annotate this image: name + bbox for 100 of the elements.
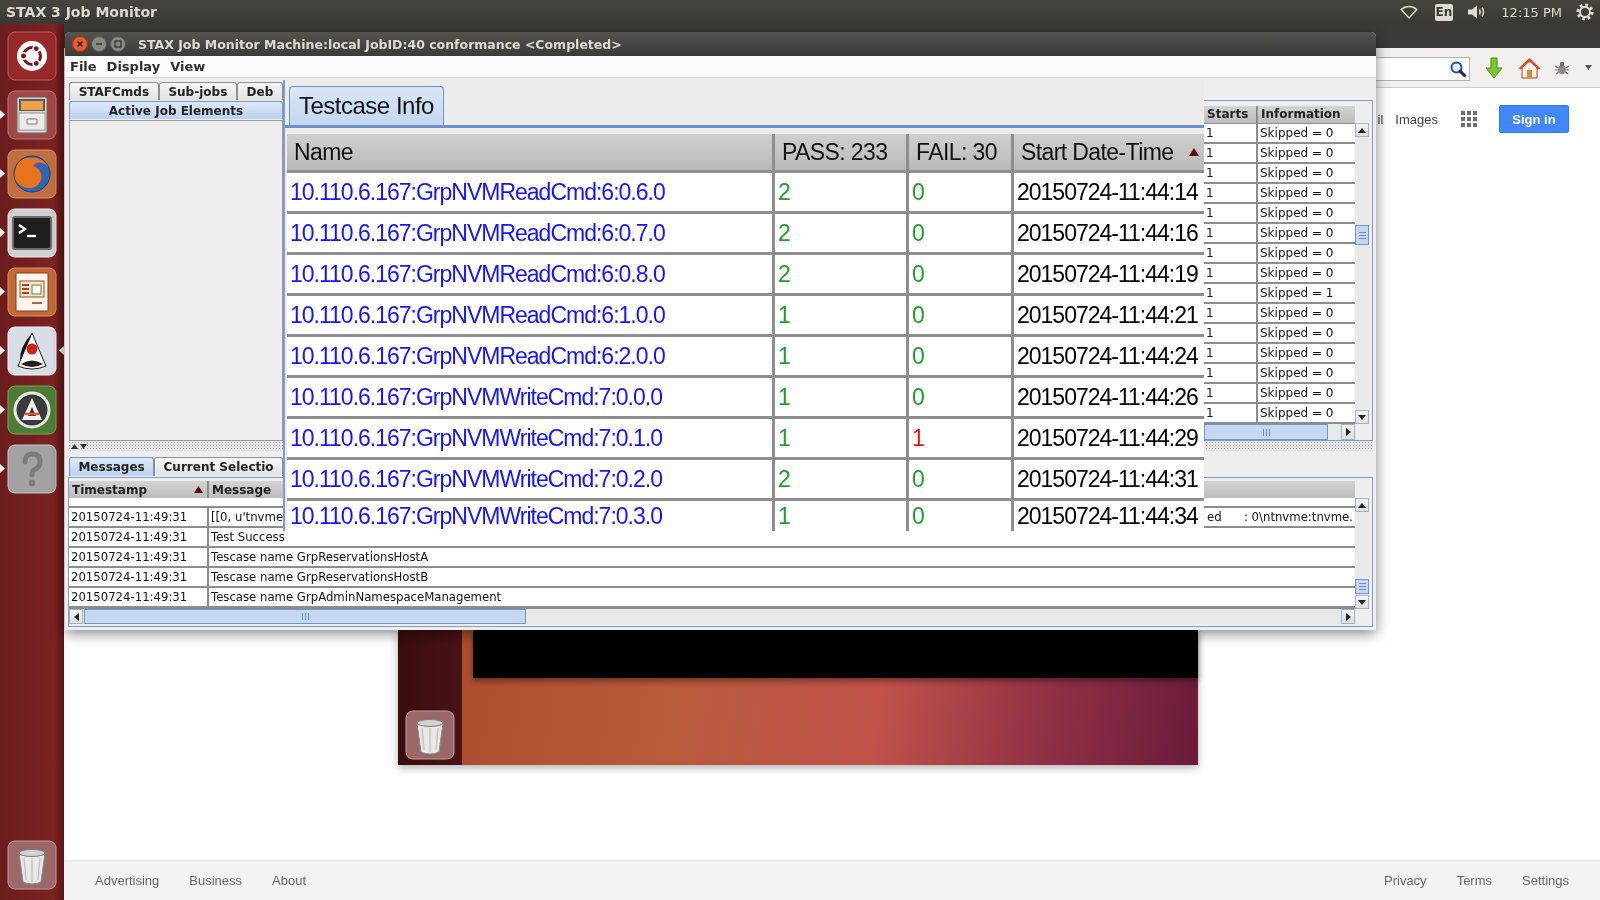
table-cell: 10.110.6.167:GrpNVMReadCmd:6:1.0.0 xyxy=(287,296,772,334)
scrollbar-thumb[interactable] xyxy=(1355,225,1369,245)
column-header[interactable]: PASS: 233 xyxy=(775,134,906,170)
file-cabinet-icon[interactable] xyxy=(7,90,57,140)
trash-icon[interactable] xyxy=(7,840,57,890)
scroll-right-button[interactable] xyxy=(1341,609,1355,624)
menu-item[interactable]: Display xyxy=(101,57,166,76)
presentation-icon[interactable] xyxy=(7,267,57,317)
down-arrow-icon[interactable] xyxy=(80,443,87,449)
dropdown-caret-icon[interactable] xyxy=(1585,65,1592,70)
table-cell: Skipped = 0 xyxy=(1258,344,1355,362)
footer-link[interactable]: Terms xyxy=(1456,873,1492,888)
table-cell: 10.110.6.167:GrpNVMWriteCmd:7:0.0.0 xyxy=(287,378,772,416)
scroll-down-button[interactable] xyxy=(1355,410,1369,424)
scrollbar-thumb[interactable] xyxy=(1204,424,1328,440)
column-header[interactable]: Start Date-Time xyxy=(1014,134,1204,170)
minimize-icon[interactable] xyxy=(91,36,107,52)
table-cell: 0 xyxy=(909,337,1011,375)
column-header[interactable]: Information xyxy=(1258,106,1355,123)
tab[interactable]: Testcase Info xyxy=(289,86,444,125)
clock[interactable]: 12:15 PM xyxy=(1501,4,1562,20)
horizontal-scrollbar[interactable] xyxy=(69,609,1355,624)
table-cell: 1 xyxy=(1204,164,1256,182)
table-cell: 20150724-11:44:31 xyxy=(1014,460,1204,498)
table-cell: 1 xyxy=(1204,384,1256,402)
menu-item[interactable]: File xyxy=(65,57,102,76)
table-cell: 0 xyxy=(909,255,1011,293)
column-header[interactable]: FAIL: 30 xyxy=(909,134,1011,170)
volume-icon[interactable] xyxy=(1467,4,1487,20)
footer-link[interactable]: Business xyxy=(189,873,243,888)
table-cell: 10.110.6.167:GrpNVMWriteCmd:7:0.3.0 xyxy=(287,501,772,531)
table-cell: 10.110.6.167:GrpNVMReadCmd:6:0.8.0 xyxy=(287,255,772,293)
scroll-down-button[interactable] xyxy=(1355,595,1369,609)
table-cell: 1 xyxy=(1204,364,1256,382)
table-cell: Skipped = 0 xyxy=(1258,244,1355,262)
keyboard-layout-indicator[interactable]: En xyxy=(1434,3,1454,21)
tab[interactable]: Active Job Elements xyxy=(69,101,283,119)
table-cell: 0 xyxy=(909,460,1011,498)
column-header[interactable]: Timestamp xyxy=(69,481,207,498)
download-arrow-icon[interactable] xyxy=(1485,56,1503,79)
terminal-icon[interactable] xyxy=(7,208,57,258)
table-cell: 2 xyxy=(775,460,906,498)
table-cell: 10.110.6.167:GrpNVMWriteCmd:7:0.2.0 xyxy=(287,460,772,498)
scroll-left-button[interactable] xyxy=(69,609,83,624)
tab[interactable]: Current Selectio xyxy=(154,457,283,476)
table-cell: Tescase name GrpAdminNamespaceManagement xyxy=(209,588,1355,606)
table-cell: 1 xyxy=(775,501,906,531)
tab[interactable]: Messages xyxy=(69,457,155,476)
footer-link[interactable]: About xyxy=(272,873,307,888)
maximize-icon[interactable] xyxy=(110,36,126,52)
search-field[interactable] xyxy=(1375,56,1470,81)
vertical-scrollbar[interactable] xyxy=(1355,123,1369,424)
column-header[interactable]: Name xyxy=(287,134,772,170)
table-cell: 0 xyxy=(909,296,1011,334)
footer-link[interactable]: Settings xyxy=(1522,873,1569,888)
scroll-up-button[interactable] xyxy=(1355,123,1369,137)
header-link[interactable]: il xyxy=(1377,111,1384,127)
table-cell: 1 xyxy=(1204,144,1256,162)
horizontal-scrollbar[interactable] xyxy=(1204,424,1355,440)
table-cell: 0 xyxy=(909,214,1011,252)
tab[interactable]: Sub-jobs xyxy=(158,82,237,100)
question-mark-icon[interactable] xyxy=(7,444,57,494)
apps-grid-icon[interactable] xyxy=(1461,111,1477,127)
tab[interactable]: Deb xyxy=(236,82,283,100)
footer-link[interactable]: Advertising xyxy=(95,873,160,888)
table-cell: 10.110.6.167:GrpNVMReadCmd:6:2.0.0 xyxy=(287,337,772,375)
table-cell: 0 xyxy=(909,501,1011,531)
table-cell: Skipped = 0 xyxy=(1258,384,1355,402)
footer-link[interactable]: Privacy xyxy=(1384,873,1427,888)
table-cell: Skipped = 0 xyxy=(1258,264,1355,282)
table-cell: 20150724-11:44:29 xyxy=(1014,419,1204,457)
globe-icon[interactable] xyxy=(7,149,57,199)
scrollbar-thumb[interactable] xyxy=(84,609,526,624)
menu-item[interactable]: View xyxy=(165,57,211,76)
scroll-up-button[interactable] xyxy=(1355,498,1369,512)
table-cell: 1 xyxy=(775,419,906,457)
mascot-icon[interactable] xyxy=(7,326,57,376)
table-cell: Tescase name GrpReservationsHostB xyxy=(209,568,1355,586)
home-icon[interactable] xyxy=(1518,56,1541,79)
table-cell: 20150724-11:44:14 xyxy=(1014,173,1204,211)
table-cell: 20150724-11:49:31 xyxy=(69,528,207,546)
table-cell: 20150724-11:44:34 xyxy=(1014,501,1204,531)
wifi-icon[interactable] xyxy=(1399,5,1418,19)
gear-icon[interactable] xyxy=(1576,3,1594,21)
header-link[interactable]: Images xyxy=(1395,111,1438,127)
vertical-scrollbar[interactable] xyxy=(1355,498,1369,609)
bug-icon[interactable] xyxy=(1554,60,1570,75)
logo-icon[interactable] xyxy=(7,31,57,81)
table-cell: Skipped = 0 xyxy=(1258,164,1355,182)
trash-icon xyxy=(405,710,455,760)
search-icon[interactable] xyxy=(1450,60,1466,77)
up-arrow-icon[interactable] xyxy=(71,443,78,449)
column-header[interactable]: Starts xyxy=(1204,106,1256,123)
table-cell: Skipped = 0 xyxy=(1258,204,1355,222)
close-icon[interactable] xyxy=(72,36,88,52)
table-cell: 1 xyxy=(1204,124,1256,142)
tab[interactable]: STAFCmds xyxy=(69,82,159,100)
scroll-right-button[interactable] xyxy=(1341,424,1355,440)
scrollbar-thumb[interactable] xyxy=(1355,579,1369,594)
table-cell: 1 xyxy=(1204,224,1256,242)
